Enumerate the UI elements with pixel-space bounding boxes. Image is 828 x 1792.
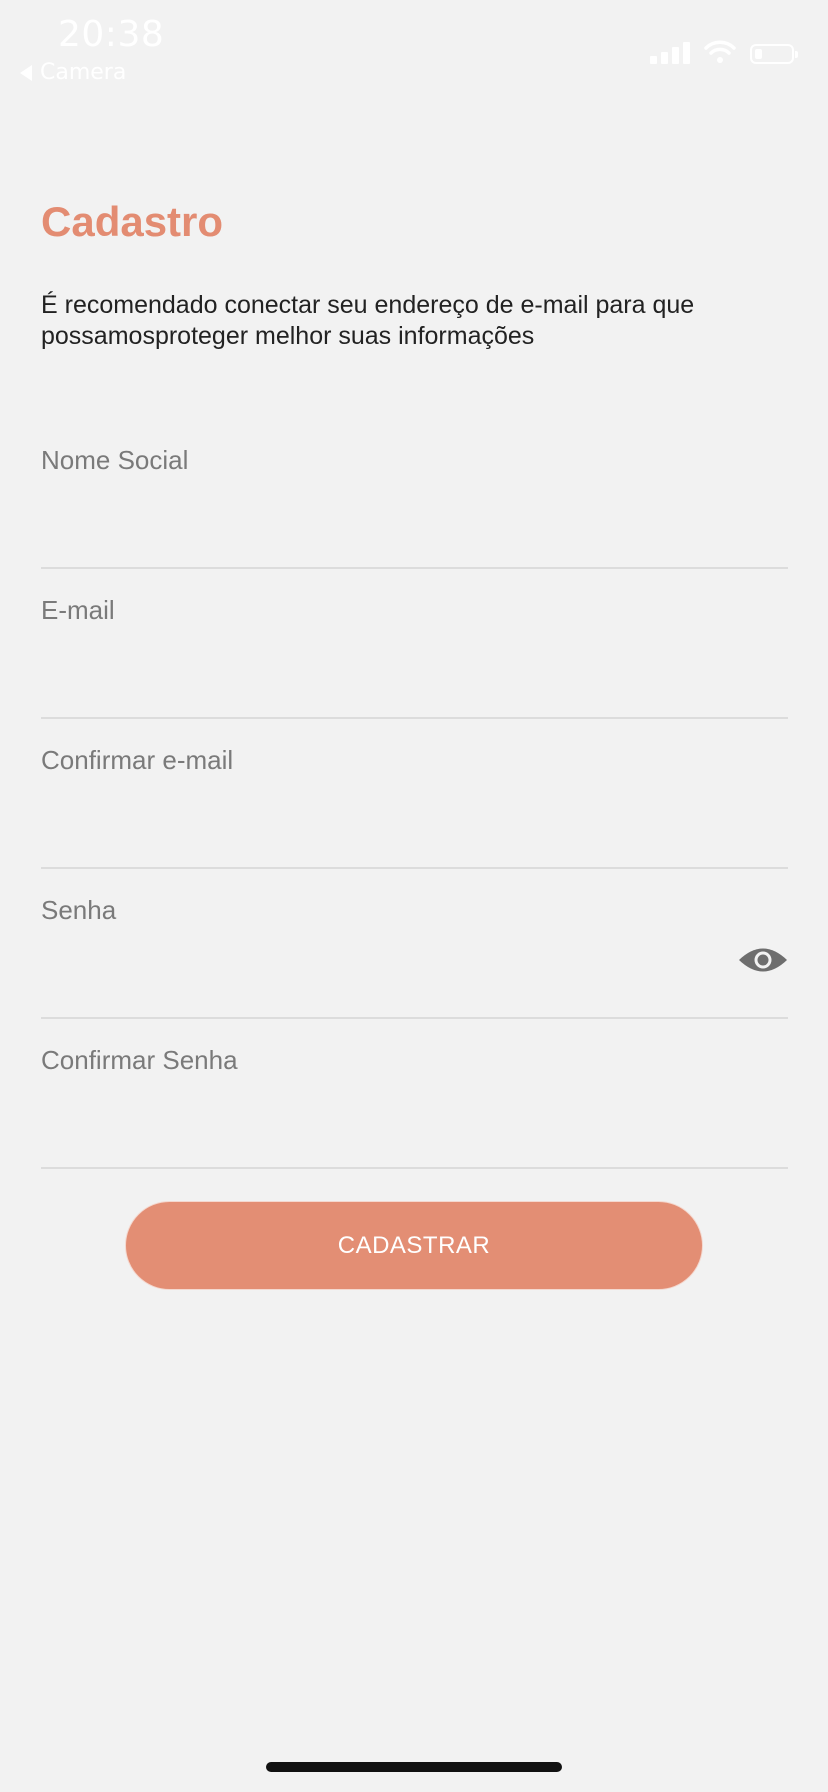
register-button[interactable]: CADASTRAR	[125, 1201, 703, 1290]
nome-social-input[interactable]	[41, 511, 721, 561]
email-label: E-mail	[41, 595, 115, 625]
field-confirm-email: Confirmar e-mail	[41, 745, 788, 869]
back-app-label: Camera	[40, 60, 127, 85]
password-input[interactable]	[41, 961, 721, 1011]
battery-icon	[750, 44, 798, 64]
back-to-app-link[interactable]: Camera	[20, 60, 126, 85]
field-password: Senha	[41, 895, 788, 1019]
status-icons	[650, 38, 798, 64]
password-label: Senha	[41, 895, 117, 925]
eye-icon[interactable]	[738, 943, 788, 977]
field-nome-social: Nome Social	[41, 445, 788, 569]
field-confirm-password: Confirmar Senha	[41, 1045, 788, 1169]
nome-social-label: Nome Social	[41, 445, 189, 475]
confirm-email-input[interactable]	[41, 811, 721, 861]
field-email: E-mail	[41, 595, 788, 719]
wifi-icon	[704, 40, 736, 63]
confirm-password-label: Confirmar Senha	[41, 1045, 238, 1075]
page-subtitle: É recomendado conectar seu endereço de e…	[41, 291, 695, 350]
confirm-email-label: Confirmar e-mail	[41, 745, 234, 775]
email-input[interactable]	[41, 661, 721, 711]
status-time: 20:38	[58, 14, 165, 55]
cellular-signal-icon	[650, 40, 690, 64]
page-title: Cadastro	[41, 198, 224, 245]
home-indicator[interactable]	[266, 1762, 562, 1772]
back-arrow-icon	[20, 64, 32, 81]
confirm-password-input[interactable]	[41, 1111, 721, 1161]
